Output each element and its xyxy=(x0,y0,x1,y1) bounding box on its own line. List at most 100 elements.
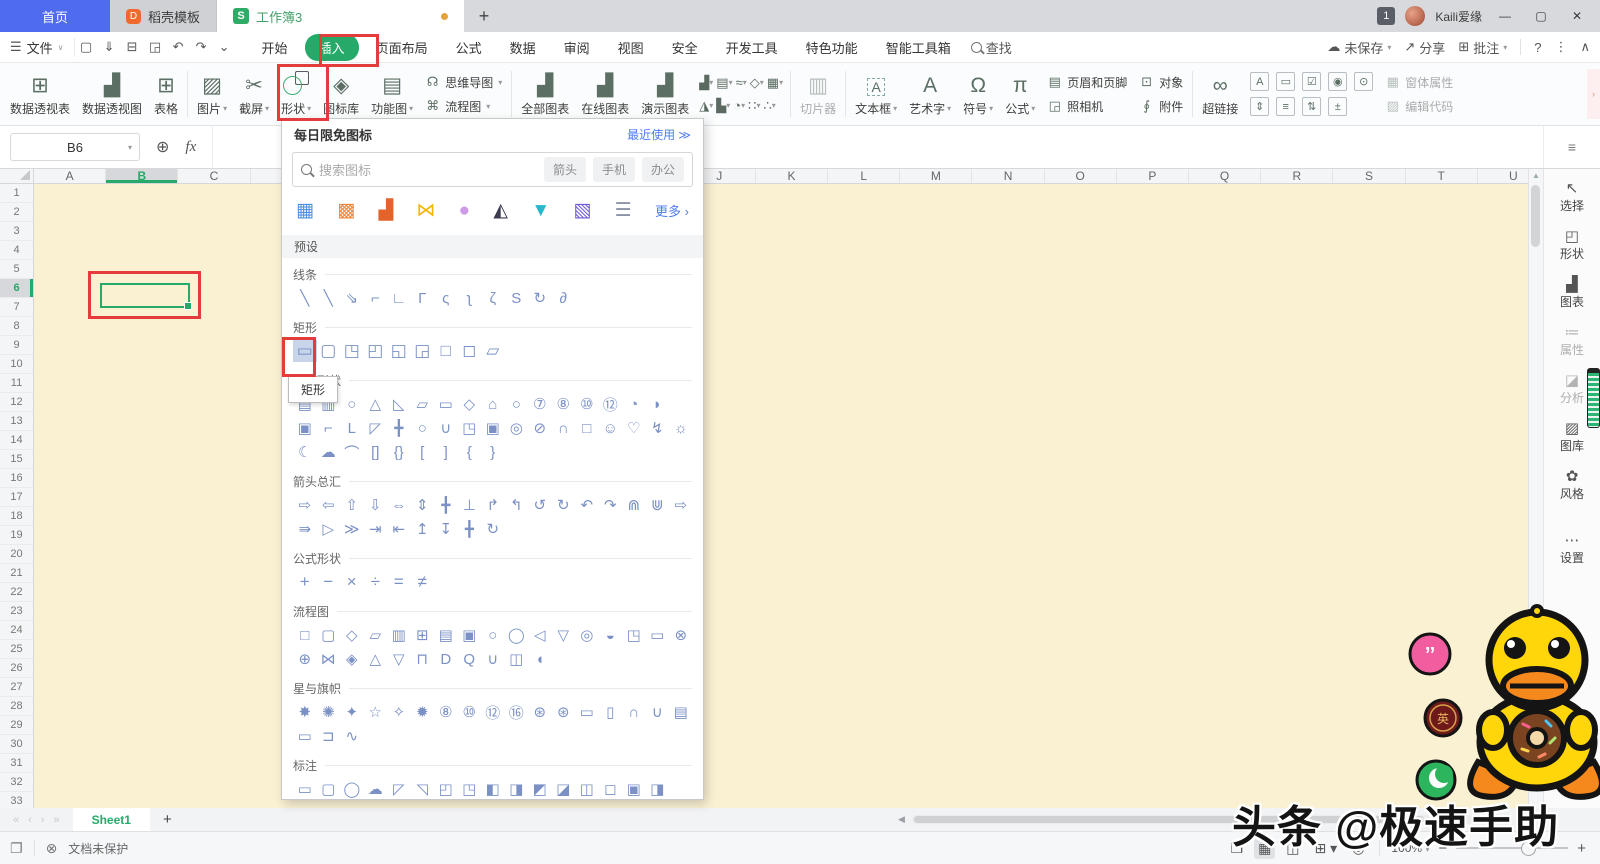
icon-search-box[interactable]: 搜索图标 箭头 手机 办公 xyxy=(292,152,693,187)
tab-公式[interactable]: 公式 xyxy=(445,34,493,61)
row-header-14[interactable]: 14 xyxy=(0,431,33,450)
save-icon[interactable]: ▢ xyxy=(75,39,98,55)
shape-item[interactable]: ⇛ xyxy=(293,518,317,540)
shape-item[interactable]: ⋈ xyxy=(317,648,341,670)
row-header-5[interactable]: 5 xyxy=(0,260,33,279)
free-icon[interactable]: ◭ xyxy=(493,199,508,222)
row-header-13[interactable]: 13 xyxy=(0,412,33,431)
notification-badge[interactable]: 1 xyxy=(1377,7,1396,25)
shape-item[interactable]: ◳ xyxy=(622,624,646,646)
row-header-16[interactable]: 16 xyxy=(0,469,33,488)
shape-item[interactable]: ∂ xyxy=(552,287,576,309)
shape-item[interactable]: ▯ xyxy=(599,701,623,723)
shape-item[interactable]: ♡ xyxy=(622,417,646,439)
row-header-11[interactable]: 11 xyxy=(0,374,33,393)
form-control-button[interactable]: ▭ xyxy=(1276,72,1296,91)
free-icon[interactable]: ⋈ xyxy=(416,199,435,222)
chart-type-button[interactable]: ▟ ▾ xyxy=(699,75,713,91)
shape-item[interactable]: ⇤ xyxy=(387,518,411,540)
form-control-button[interactable]: ☑ xyxy=(1302,72,1322,91)
shape-item[interactable]: ◎ xyxy=(505,417,529,439)
column-header-A[interactable]: A xyxy=(34,169,107,183)
column-header-T[interactable]: T xyxy=(1406,169,1478,183)
shape-item[interactable]: ☺ xyxy=(599,417,623,439)
camera-button[interactable]: ◲ 照相机 xyxy=(1047,98,1127,115)
formula-bar-menu-icon[interactable]: ≡ xyxy=(1543,126,1600,168)
symbol-button[interactable]: Ω 符号 ▾ xyxy=(957,66,999,122)
shape-item[interactable]: ∪ xyxy=(434,417,458,439)
flowchart-button[interactable]: ⌘ 流程图 ▾ xyxy=(425,98,502,115)
row-header-18[interactable]: 18 xyxy=(0,507,33,526)
shape-item[interactable]: ◸ xyxy=(364,417,388,439)
zoom-in-button[interactable]: + xyxy=(1577,840,1586,857)
sheet-nav-icon[interactable]: › xyxy=(41,814,45,826)
selected-cell-b6[interactable] xyxy=(100,283,192,310)
shape-item[interactable]: [] xyxy=(364,441,388,463)
row-header-17[interactable]: 17 xyxy=(0,488,33,507)
find-button[interactable]: 查找 xyxy=(970,38,1012,57)
shape-item[interactable]: ▽ xyxy=(387,648,411,670)
shape-item[interactable]: ▤ xyxy=(669,701,693,723)
shape-item[interactable]: ↥ xyxy=(411,518,435,540)
shape-item[interactable]: ↱ xyxy=(481,494,505,516)
shape-item[interactable]: ⊘ xyxy=(528,417,552,439)
icon-library-button[interactable]: ◈ 图标库 xyxy=(317,66,365,122)
shape-item[interactable]: ◖ xyxy=(528,648,552,670)
help-button[interactable]: ? xyxy=(1534,40,1541,55)
sheet-tab[interactable]: Sheet1 xyxy=(72,808,150,831)
shape-item[interactable]: ◯ xyxy=(340,778,364,799)
shape-item[interactable]: ☆ xyxy=(364,701,388,723)
shape-item[interactable]: } xyxy=(481,441,505,463)
table-button[interactable]: ⊞ 表格 xyxy=(148,66,184,122)
share-button[interactable]: ↗ 分享 xyxy=(1404,38,1445,57)
chart-type-button[interactable]: ◇ ▾ xyxy=(750,75,764,91)
shape-item[interactable]: ▱ xyxy=(481,340,505,362)
shape-item[interactable]: ⑩ xyxy=(575,393,599,415)
shape-item[interactable]: ⑫ xyxy=(481,701,505,723)
panel-collapse-arrow[interactable]: › xyxy=(1587,69,1600,119)
column-header-K[interactable]: K xyxy=(756,169,829,183)
shape-item[interactable]: ✺ xyxy=(317,701,341,723)
tab-开发工具[interactable]: 开发工具 xyxy=(715,34,789,61)
shape-item[interactable]: ◳ xyxy=(458,778,482,799)
row-header-15[interactable]: 15 xyxy=(0,450,33,469)
shape-item[interactable]: ⊛ xyxy=(552,701,576,723)
mind-map-button[interactable]: ☊ 思维导图 ▾ xyxy=(425,74,502,91)
column-header-S[interactable]: S xyxy=(1333,169,1406,183)
row-header-3[interactable]: 3 xyxy=(0,222,33,241)
sheet-nav-icon[interactable]: ‹ xyxy=(28,814,32,826)
more-icon[interactable]: ⌄ xyxy=(213,39,236,55)
shape-item[interactable]: ↷ xyxy=(599,494,623,516)
free-icon[interactable]: ▼ xyxy=(531,200,550,222)
tab-审阅[interactable]: 审阅 xyxy=(553,34,601,61)
more-icons-link[interactable]: 更多 › xyxy=(655,201,689,220)
shape-item[interactable]: ▭ xyxy=(575,701,599,723)
protection-status[interactable]: 文档未保护 xyxy=(68,840,128,857)
row-header-6[interactable]: 6 xyxy=(0,279,33,298)
free-icon[interactable]: ▟ xyxy=(378,199,393,222)
shape-item[interactable]: ⌐ xyxy=(364,287,388,309)
row-header-30[interactable]: 30 xyxy=(0,735,33,754)
shape-item[interactable]: Q xyxy=(458,648,482,670)
sidebar-item-settings[interactable]: ⋯ 设置 xyxy=(1560,531,1584,566)
column-header-O[interactable]: O xyxy=(1045,169,1117,183)
row-header-7[interactable]: 7 xyxy=(0,298,33,317)
shape-item[interactable]: ⑯ xyxy=(505,701,529,723)
shape-item[interactable]: ] xyxy=(434,441,458,463)
search-tag-手机[interactable]: 手机 xyxy=(592,157,635,182)
row-header-31[interactable]: 31 xyxy=(0,754,33,773)
shape-item[interactable]: ≠ xyxy=(411,571,435,593)
docer-template-tab[interactable]: D 稻壳模板 xyxy=(110,0,218,32)
maximize-button[interactable]: ▢ xyxy=(1528,9,1554,23)
vertical-scroll-thumb[interactable] xyxy=(1531,185,1540,247)
row-header-23[interactable]: 23 xyxy=(0,602,33,621)
row-header-12[interactable]: 12 xyxy=(0,393,33,412)
print-preview-icon[interactable]: ◲ xyxy=(144,39,167,55)
shape-item[interactable]: ↻ xyxy=(528,287,552,309)
sidebar-item-chart[interactable]: ▟ 图表 xyxy=(1560,275,1584,310)
shape-item[interactable]: ▭ xyxy=(434,393,458,415)
form-control-button[interactable]: ⇕ xyxy=(1250,97,1270,116)
shape-item[interactable]: ▱ xyxy=(364,624,388,646)
chart-type-button[interactable]: ◔ ▾ xyxy=(733,98,745,114)
name-box[interactable]: B6 ▾ xyxy=(10,133,140,161)
